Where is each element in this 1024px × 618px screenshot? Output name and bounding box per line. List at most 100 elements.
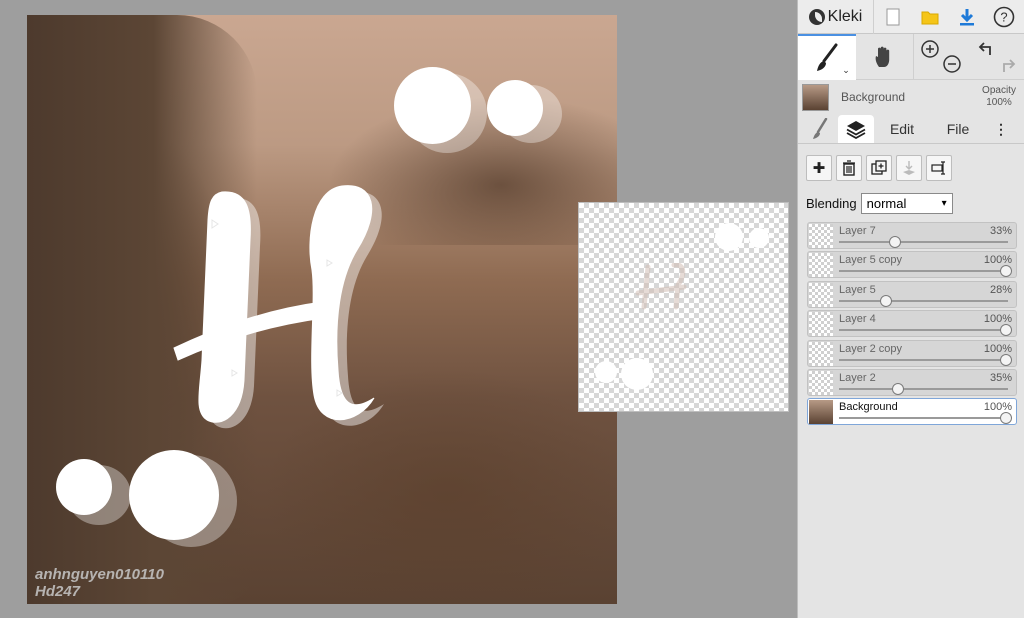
drawing-canvas[interactable]: anhnguyen010110 Hd247: [27, 15, 617, 604]
panel-tabs: Edit File ⋮: [798, 114, 1024, 144]
opacity-label: Opacity: [982, 85, 1016, 96]
preview-bubble: [595, 361, 617, 383]
trash-icon: [843, 160, 855, 176]
layer-opacity-slider[interactable]: [839, 358, 1008, 361]
redo-icon[interactable]: [998, 54, 1018, 74]
delete-layer-button[interactable]: [836, 155, 862, 181]
layer-row[interactable]: Layer 5 28%: [807, 280, 1017, 308]
tool-row: ⌄: [798, 34, 1024, 80]
layer-opacity-slider[interactable]: [839, 299, 1008, 302]
layer-opacity: 100%: [983, 342, 1012, 355]
current-layer-info: Background Opacity 100%: [798, 80, 1024, 114]
preview-bubble: [621, 358, 653, 390]
help-button[interactable]: ?: [985, 0, 1022, 34]
undo-icon[interactable]: [976, 39, 996, 59]
layer-opacity: 35%: [989, 371, 1012, 384]
save-image-button[interactable]: [948, 0, 985, 34]
layer-name: Layer 5 copy: [839, 254, 902, 267]
hand-icon: [875, 46, 890, 67]
zoom-in-icon[interactable]: [920, 39, 940, 59]
layer-thumbnail: [809, 224, 833, 248]
layer-opacity-slider-knob[interactable]: [1000, 412, 1012, 425]
more-options-icon[interactable]: ⋮: [986, 115, 1016, 143]
rename-icon: [931, 161, 945, 175]
chevron-down-icon: ▾: [941, 197, 947, 209]
layer-opacity-slider-knob[interactable]: [1000, 265, 1012, 278]
layer-thumbnail: [809, 400, 833, 425]
watermark-text: anhnguyen010110 Hd247: [35, 566, 164, 600]
blending-select[interactable]: normal ▾: [860, 192, 953, 214]
watermark-line-1: anhnguyen010110: [35, 566, 164, 583]
open-image-button[interactable]: [911, 0, 948, 34]
layer-thumbnail: [809, 370, 833, 395]
layer-opacity: 33%: [989, 225, 1012, 237]
preview-bubble: [715, 223, 743, 251]
help-icon: ?: [993, 6, 1014, 27]
layer-opacity-slider-knob[interactable]: [888, 236, 901, 248]
layer-opacity-slider-knob[interactable]: [1000, 324, 1012, 337]
plus-icon: ✚: [812, 160, 826, 177]
layer-name: Layer 2 copy: [839, 342, 902, 355]
kleki-logo-icon: [808, 8, 825, 25]
add-layer-button[interactable]: ✚: [806, 155, 832, 181]
layer-opacity-slider[interactable]: [839, 270, 1008, 273]
bubble: [56, 459, 112, 515]
layer-opacity-slider[interactable]: [839, 387, 1008, 390]
layer-name: Layer 7: [839, 225, 876, 237]
layer-opacity-slider[interactable]: [839, 417, 1008, 420]
preview-h-ghost: [635, 263, 687, 310]
layer-row[interactable]: Layer 5 copy 100%: [807, 251, 1017, 279]
blending-label: Blending: [806, 195, 857, 211]
current-layer-name: Background: [841, 90, 906, 104]
layer-opacity-slider-knob[interactable]: [1000, 353, 1012, 366]
current-layer-opacity: Opacity 100%: [978, 85, 1020, 109]
current-layer-thumbnail: [802, 83, 829, 111]
merge-down-icon: [903, 161, 915, 175]
duplicate-layer-button[interactable]: [866, 155, 892, 181]
layer-row[interactable]: Layer 7 33%: [807, 222, 1017, 249]
layer-row[interactable]: Background 100%: [807, 398, 1017, 426]
duplicate-icon: [871, 160, 887, 175]
layer-name: Layer 5: [839, 283, 876, 296]
hand-tool-button[interactable]: [856, 34, 913, 80]
bubble: [394, 67, 471, 144]
zoom-out-icon[interactable]: [942, 54, 962, 74]
layer-opacity-slider[interactable]: [839, 329, 1008, 332]
layer-thumbnail: [809, 282, 833, 307]
tab-brush[interactable]: [802, 115, 838, 143]
new-image-button[interactable]: [874, 0, 911, 34]
brush-tool-button[interactable]: ⌄: [798, 34, 856, 80]
canvas-workspace[interactable]: anhnguyen010110 Hd247: [0, 0, 797, 618]
blending-row: Blending normal ▾: [798, 190, 1024, 216]
layer-thumbnail: [809, 253, 833, 278]
folder-icon: [921, 11, 938, 24]
layer-row[interactable]: Layer 2 35%: [807, 368, 1017, 396]
app-logo[interactable]: Kleki: [798, 0, 874, 34]
opacity-value: 100%: [986, 97, 1012, 108]
preview-bubble: [749, 228, 769, 248]
rename-layer-button[interactable]: [926, 155, 952, 181]
layers-icon: [846, 121, 866, 139]
layer-list: Layer 7 33% Layer 5 copy 100% Layer 5 28% Laye…: [807, 222, 1017, 428]
watermark-line-2: Hd247: [35, 583, 81, 600]
right-panel: Kleki ? ⌄ Background Opacity 100% Edit F…: [797, 0, 1024, 618]
layer-row[interactable]: Layer 4 100%: [807, 310, 1017, 338]
top-toolbar: Kleki ?: [798, 0, 1024, 34]
layer-opacity-slider[interactable]: [839, 241, 1008, 243]
layer-opacity-slider-knob[interactable]: [880, 294, 893, 307]
layer-opacity: 28%: [989, 283, 1012, 296]
zoom-buttons: [912, 34, 969, 80]
layer-row[interactable]: Layer 2 copy 100%: [807, 339, 1017, 367]
tab-file[interactable]: File: [930, 115, 986, 143]
tab-layers[interactable]: [838, 115, 874, 143]
tab-edit[interactable]: Edit: [874, 115, 930, 143]
undo-redo-buttons: [968, 34, 1024, 80]
brush-icon: [816, 43, 838, 71]
chevron-down-icon[interactable]: ⌄: [842, 65, 850, 76]
layer-opacity-slider-knob[interactable]: [892, 382, 905, 395]
bubble: [129, 450, 219, 540]
layer-name: Layer 2: [839, 371, 876, 384]
download-icon: [959, 8, 974, 25]
merge-layer-button[interactable]: [896, 155, 922, 181]
new-file-icon: [886, 8, 899, 25]
